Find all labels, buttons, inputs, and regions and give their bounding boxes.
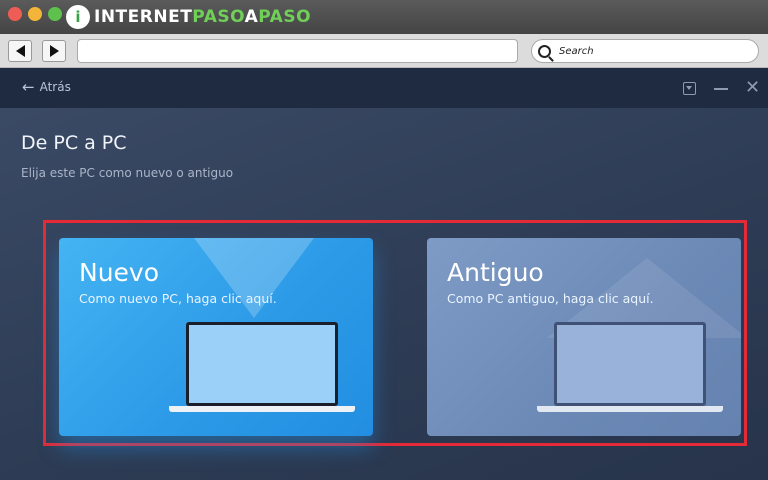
forward-arrow-icon xyxy=(49,45,59,57)
laptop-base xyxy=(537,406,723,412)
browser-toolbar: Search xyxy=(0,34,768,68)
browser-titlebar: i INTERNETPASOAPASO xyxy=(0,0,768,34)
page-title: De PC a PC xyxy=(21,132,127,154)
browser-back-button[interactable] xyxy=(8,40,32,62)
site-logo: i INTERNETPASOAPASO xyxy=(66,4,311,30)
new-card-subtitle: Como nuevo PC, haga clic aquí. xyxy=(79,291,277,306)
logo-text-paso-2: PASO xyxy=(258,7,312,27)
logo-text-internet: INTERNET xyxy=(94,7,193,27)
laptop-screen xyxy=(186,322,338,406)
laptop-screen xyxy=(554,322,706,406)
laptop-base xyxy=(169,406,355,412)
logo-mark-icon: i xyxy=(66,5,90,29)
old-card-subtitle: Como PC antiguo, haga clic aquí. xyxy=(447,291,654,306)
maximize-window-button[interactable] xyxy=(48,7,62,21)
search-input[interactable]: Search xyxy=(531,39,759,63)
back-label: Atrás xyxy=(39,80,71,94)
logo-text-paso: PASO xyxy=(192,7,245,27)
close-window-button[interactable] xyxy=(8,7,22,21)
app-header: ← Atrás ✕ xyxy=(0,68,768,108)
browser-forward-button[interactable] xyxy=(42,40,66,62)
new-card-title: Nuevo xyxy=(79,258,160,287)
dropdown-menu-icon[interactable] xyxy=(683,82,696,95)
back-button[interactable]: ← Atrás xyxy=(22,78,71,96)
app-window: ← Atrás ✕ De PC a PC Elija este PC como … xyxy=(0,68,768,480)
address-bar[interactable] xyxy=(77,39,518,63)
arrow-left-icon: ← xyxy=(22,78,35,96)
search-icon xyxy=(538,44,551,58)
old-card-title: Antiguo xyxy=(447,258,544,287)
close-icon[interactable]: ✕ xyxy=(745,79,760,97)
old-pc-card[interactable]: Antiguo Como PC antiguo, haga clic aquí. xyxy=(427,238,741,436)
back-arrow-icon xyxy=(15,45,25,57)
logo-text-a: A xyxy=(244,7,259,27)
page-subtitle: Elija este PC como nuevo o antiguo xyxy=(21,166,234,180)
search-placeholder: Search xyxy=(559,45,594,57)
new-pc-card[interactable]: Nuevo Como nuevo PC, haga clic aquí. xyxy=(59,238,373,436)
light-beam-decoration xyxy=(194,238,314,318)
logo-text: INTERNETPASOAPASO xyxy=(94,7,311,27)
minimize-window-button[interactable] xyxy=(28,7,42,21)
minimize-icon[interactable] xyxy=(714,88,728,90)
